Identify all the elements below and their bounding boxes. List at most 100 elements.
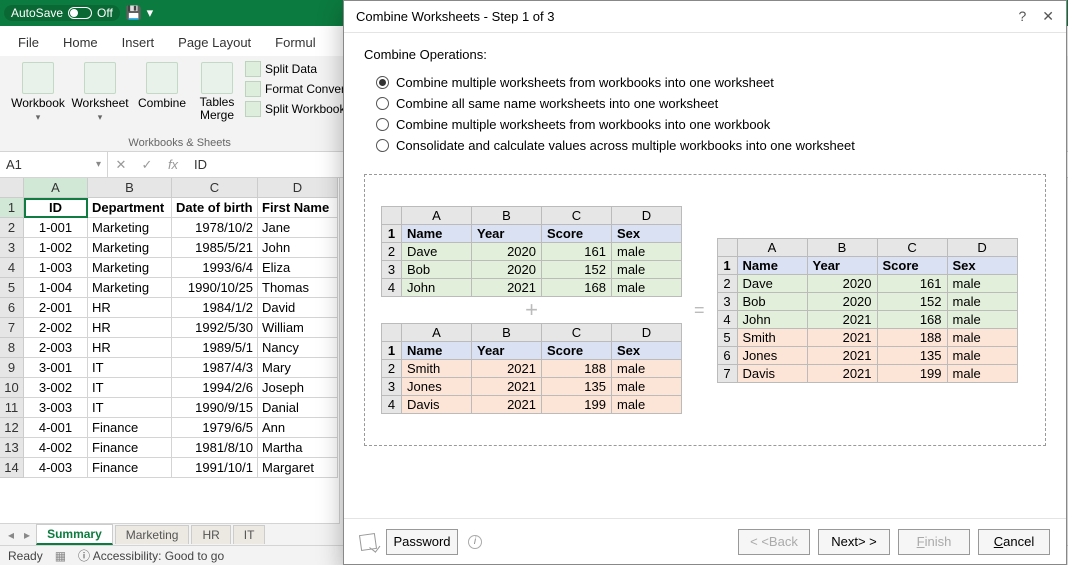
radio-option-3[interactable]: Combine multiple worksheets from workboo…: [364, 114, 1046, 135]
cell[interactable]: 1978/10/2: [172, 218, 258, 238]
stats-icon[interactable]: ▦: [55, 549, 66, 563]
cell[interactable]: 1993/6/4: [172, 258, 258, 278]
cell[interactable]: 1990/9/15: [172, 398, 258, 418]
cell[interactable]: David: [258, 298, 338, 318]
cell[interactable]: Thomas: [258, 278, 338, 298]
cell[interactable]: 2-003: [24, 338, 88, 358]
combine-button[interactable]: Combine: [132, 60, 192, 112]
name-box[interactable]: A1: [0, 152, 108, 177]
cell[interactable]: Joseph: [258, 378, 338, 398]
cell[interactable]: Martha: [258, 438, 338, 458]
cell[interactable]: 1-002: [24, 238, 88, 258]
cell[interactable]: IT: [88, 398, 172, 418]
cell[interactable]: 3-002: [24, 378, 88, 398]
cancel-button[interactable]: Cancel: [978, 529, 1050, 555]
row-header[interactable]: 9: [0, 358, 24, 378]
radio-option-1[interactable]: Combine multiple worksheets from workboo…: [364, 72, 1046, 93]
cell[interactable]: 2-001: [24, 298, 88, 318]
help-icon[interactable]: ?: [1018, 8, 1026, 25]
row-header[interactable]: 8: [0, 338, 24, 358]
tables-merge-button[interactable]: Tables Merge: [194, 60, 240, 124]
row-header[interactable]: 7: [0, 318, 24, 338]
cell[interactable]: Date of birth: [172, 198, 258, 218]
save-icon[interactable]: 💾: [126, 5, 142, 21]
cell[interactable]: 1994/2/6: [172, 378, 258, 398]
sheet-tab-hr[interactable]: HR: [191, 525, 230, 544]
row-header[interactable]: 6: [0, 298, 24, 318]
sheet-nav-prev-icon[interactable]: ◂: [4, 528, 18, 542]
col-header[interactable]: A: [24, 178, 88, 198]
cell[interactable]: 1984/1/2: [172, 298, 258, 318]
row-header[interactable]: 14: [0, 458, 24, 478]
cell[interactable]: Margaret: [258, 458, 338, 478]
cell[interactable]: Finance: [88, 438, 172, 458]
split-data-button[interactable]: Split Data: [242, 60, 351, 78]
split-workbook-button[interactable]: Split Workbook: [242, 100, 351, 118]
col-header[interactable]: B: [88, 178, 172, 198]
sheet-area[interactable]: ABCD 1IDDepartmentDate of birthFirst Name…: [0, 178, 340, 523]
fx-icon[interactable]: fx: [160, 152, 186, 177]
row-header[interactable]: 4: [0, 258, 24, 278]
cell[interactable]: Eliza: [258, 258, 338, 278]
external-link-icon[interactable]: [359, 532, 377, 550]
workbook-button[interactable]: Workbook ▾: [8, 60, 68, 125]
cell[interactable]: Mary: [258, 358, 338, 378]
col-header[interactable]: D: [258, 178, 338, 198]
finish-button[interactable]: Finish: [898, 529, 970, 555]
next-button[interactable]: Next> >: [818, 529, 890, 555]
row-header[interactable]: 2: [0, 218, 24, 238]
cell[interactable]: First Name: [258, 198, 338, 218]
info-icon[interactable]: i: [468, 535, 482, 549]
accept-formula-icon[interactable]: ✓: [134, 152, 160, 177]
cell[interactable]: 1992/5/30: [172, 318, 258, 338]
tab-insert[interactable]: Insert: [110, 29, 167, 56]
cell[interactable]: IT: [88, 378, 172, 398]
cell[interactable]: 1989/5/1: [172, 338, 258, 358]
cell[interactable]: John: [258, 238, 338, 258]
cell[interactable]: Jane: [258, 218, 338, 238]
cell[interactable]: Department: [88, 198, 172, 218]
back-button[interactable]: < <Back: [738, 529, 810, 555]
tab-file[interactable]: File: [6, 29, 51, 56]
sheet-tab-summary[interactable]: Summary: [36, 524, 113, 545]
cell[interactable]: 4-003: [24, 458, 88, 478]
cell[interactable]: 1987/4/3: [172, 358, 258, 378]
row-header[interactable]: 3: [0, 238, 24, 258]
accessibility-status[interactable]: ⓘ Accessibility: Good to go: [78, 547, 224, 564]
cell[interactable]: Marketing: [88, 278, 172, 298]
cell[interactable]: William: [258, 318, 338, 338]
cell[interactable]: 1991/10/1: [172, 458, 258, 478]
cell[interactable]: Ann: [258, 418, 338, 438]
cell[interactable]: Nancy: [258, 338, 338, 358]
cell[interactable]: Danial: [258, 398, 338, 418]
cell[interactable]: HR: [88, 338, 172, 358]
format-converter-button[interactable]: Format Convert: [242, 80, 351, 98]
worksheet-button[interactable]: Worksheet ▾: [70, 60, 130, 125]
tab-home[interactable]: Home: [51, 29, 110, 56]
cell[interactable]: 1-003: [24, 258, 88, 278]
row-header[interactable]: 1: [0, 198, 24, 218]
autosave-toggle[interactable]: AutoSave Off: [4, 5, 120, 21]
radio-option-4[interactable]: Consolidate and calculate values across …: [364, 135, 1046, 156]
radio-option-2[interactable]: Combine all same name worksheets into on…: [364, 93, 1046, 114]
cell[interactable]: 4-001: [24, 418, 88, 438]
row-header[interactable]: 12: [0, 418, 24, 438]
cell[interactable]: 1-004: [24, 278, 88, 298]
chevron-down-icon[interactable]: ▾: [142, 5, 158, 21]
row-header[interactable]: 5: [0, 278, 24, 298]
cell[interactable]: HR: [88, 318, 172, 338]
sheet-nav-next-icon[interactable]: ▸: [20, 528, 34, 542]
cell[interactable]: ID: [24, 198, 88, 218]
sheet-tab-marketing[interactable]: Marketing: [115, 525, 190, 544]
cell[interactable]: 1985/5/21: [172, 238, 258, 258]
cell[interactable]: 1-001: [24, 218, 88, 238]
cell[interactable]: IT: [88, 358, 172, 378]
col-header[interactable]: C: [172, 178, 258, 198]
tab-formulas[interactable]: Formul: [263, 29, 327, 56]
cell[interactable]: Finance: [88, 458, 172, 478]
tab-page-layout[interactable]: Page Layout: [166, 29, 263, 56]
cell[interactable]: Marketing: [88, 238, 172, 258]
cell[interactable]: 1990/10/25: [172, 278, 258, 298]
cell[interactable]: Marketing: [88, 218, 172, 238]
select-all-corner[interactable]: [0, 178, 24, 198]
